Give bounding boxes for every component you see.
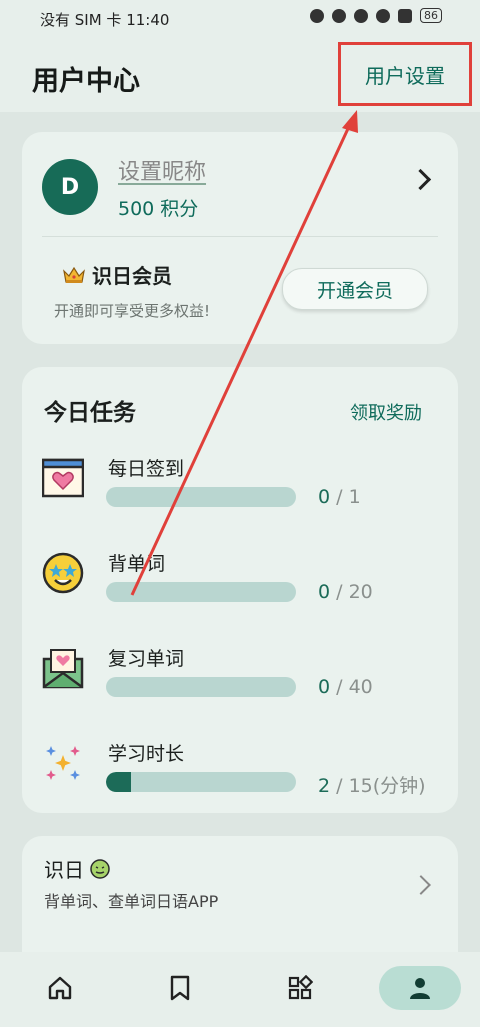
star-eyes-face-icon: [42, 552, 84, 594]
nav-bookmarks[interactable]: [139, 966, 221, 1010]
task-row: 复习单词 0 / 40: [22, 647, 458, 717]
bookmark-icon: [170, 975, 190, 1001]
alert-icon: [398, 8, 412, 23]
chevron-right-icon[interactable]: [409, 168, 432, 191]
progress-bar: [106, 677, 296, 697]
smiley-icon: [90, 858, 110, 879]
calendar-heart-icon: [42, 458, 84, 498]
task-name: 背单词: [108, 553, 166, 575]
task-count: 0 / 20: [318, 581, 373, 603]
nickname-link[interactable]: 设置昵称: [118, 154, 206, 186]
status-bar: 没有 SIM 卡 11:40 86: [0, 0, 480, 36]
vip-title-text: 识日会员: [92, 264, 172, 288]
app-bar: 用户中心 用户设置: [0, 36, 480, 112]
bottom-nav: [0, 952, 480, 1027]
points-label: 500 积分: [118, 198, 199, 220]
wifi-icon: [376, 8, 390, 23]
eye-icon: [310, 8, 324, 23]
task-name: 学习时长: [108, 743, 185, 765]
task-name: 复习单词: [108, 648, 185, 670]
task-row: 每日签到 0 / 1: [22, 457, 458, 527]
user-settings-button[interactable]: 用户设置: [338, 42, 472, 106]
app-description: 背单词、查单词日语APP: [44, 892, 219, 911]
divider: [42, 236, 438, 237]
crown-icon: [63, 266, 85, 283]
person-icon: [410, 978, 430, 999]
chevron-right-icon[interactable]: [411, 875, 431, 895]
task-name: 每日签到: [108, 458, 185, 480]
task-row: 背单词 0 / 20: [22, 552, 458, 622]
tasks-title: 今日任务: [44, 400, 136, 426]
sim-status: 没有 SIM 卡: [40, 11, 122, 29]
mute-icon: [354, 8, 368, 23]
battery-icon: 86: [420, 8, 442, 23]
profile-card[interactable]: D 设置昵称 500 积分 识日会员 开通即可享受更多权益! 开通会员: [22, 132, 458, 344]
task-row: 学习时长 2 / 15(分钟): [22, 742, 458, 812]
apps-icon: [288, 975, 313, 1000]
page-title: 用户中心: [32, 66, 140, 97]
task-count: 0 / 1: [318, 486, 361, 508]
avatar[interactable]: D: [42, 159, 98, 215]
clock: 11:40: [126, 11, 170, 29]
nav-home[interactable]: [19, 966, 101, 1010]
task-count: 2 / 15(分钟): [318, 775, 426, 797]
vip-title: 识日会员: [62, 260, 172, 289]
vip-subtitle: 开通即可享受更多权益!: [54, 302, 211, 320]
alarm-icon: [332, 8, 346, 23]
home-icon: [48, 976, 72, 1000]
claim-reward-button[interactable]: 领取奖励: [350, 399, 422, 425]
nav-apps[interactable]: [259, 966, 341, 1010]
open-vip-button[interactable]: 开通会员: [282, 268, 428, 310]
daily-tasks-card: 今日任务 领取奖励 每日签到 0 / 1 背单词 0 / 20 复习单词 0 /…: [22, 367, 458, 813]
love-letter-icon: [42, 649, 84, 689]
nav-profile[interactable]: [379, 966, 461, 1010]
progress-bar: [106, 582, 296, 602]
progress-bar: [106, 487, 296, 507]
progress-bar: [106, 772, 296, 792]
sparkles-icon: [46, 746, 80, 780]
task-count: 0 / 40: [318, 676, 373, 698]
app-name-text: 识日: [44, 858, 84, 882]
app-name: 识日: [44, 854, 110, 883]
